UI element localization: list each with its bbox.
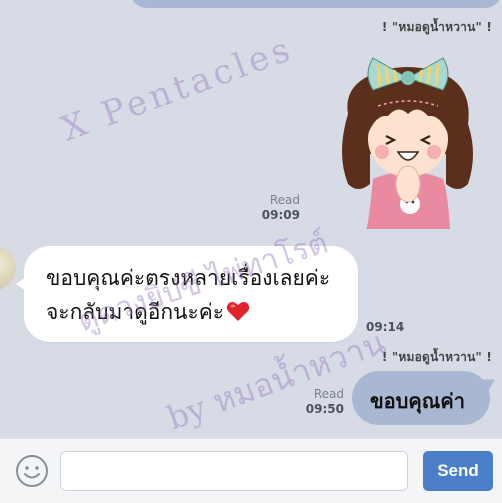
girl-cheering-sticker[interactable] (318, 44, 488, 229)
message-line-with-emoji: จะกลับมาดูอีกนะค่ะ (46, 296, 250, 329)
message-input-bar: Send (0, 438, 502, 503)
sender-name: ! "หมอดูน้ำหวาน" ! (381, 20, 492, 34)
read-label: Read (313, 387, 344, 401)
outgoing-read-status: Read 09:50 (300, 387, 344, 417)
incoming-message-bubble[interactable]: ขอบคุณค่ะตรงหลายเรื่องเลยค่ะ จะกลับมาดูอ… (16, 246, 358, 342)
outgoing-message-bubble[interactable]: ขอบคุณค่า (352, 371, 490, 425)
avatar[interactable] (0, 246, 16, 290)
watermark-text: X Pentacles (56, 28, 299, 150)
sticker-read-status: Read 09:09 (258, 193, 300, 223)
smiley-icon[interactable] (14, 453, 50, 489)
previous-message-bubble[interactable] (130, 0, 502, 8)
message-line: จะกลับมาดูอีกนะค่ะ (46, 300, 225, 324)
incoming-timestamp: 09:14 (366, 320, 405, 334)
send-button[interactable]: Send (423, 451, 493, 491)
sender-name: ! "หมอดูน้ำหวาน" ! (381, 350, 492, 364)
chat-area[interactable]: ! "หมอดูน้ำหวาน" ! Read 09:09 ขอบคุณค่ะต… (0, 0, 502, 438)
timestamp: 09:09 (261, 208, 300, 222)
heart-icon (226, 302, 250, 321)
read-label: Read (269, 193, 300, 207)
message-text: ขอบคุณค่า (370, 389, 465, 413)
message-line: ขอบคุณค่ะตรงหลายเรื่องเลยค่ะ (46, 266, 331, 290)
timestamp: 09:50 (305, 402, 344, 416)
message-input[interactable] (60, 451, 408, 491)
